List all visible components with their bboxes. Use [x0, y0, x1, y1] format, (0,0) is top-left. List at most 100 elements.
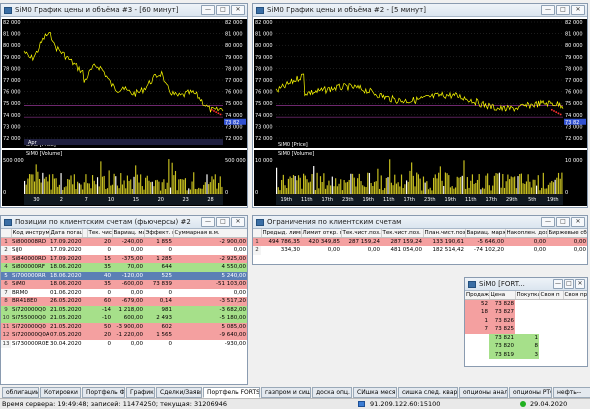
positions-column-header[interactable] [1, 229, 12, 238]
orderbook-column-header[interactable]: Своя п [539, 291, 564, 300]
workspace-tab[interactable]: Сделки/Заявки [156, 387, 202, 398]
limits-column-header[interactable]: Биржевые сборы [547, 229, 587, 238]
limits-window-titlebar[interactable]: Ограничения по клиентским счетам — □ ✕ [253, 216, 587, 229]
maximize-button[interactable]: □ [556, 5, 570, 15]
workspace-tab[interactable]: опционы анализ [459, 387, 508, 398]
workspace-tab[interactable]: доска опц. СИ [312, 387, 352, 398]
maximize-button[interactable]: □ [216, 5, 230, 15]
minimize-button[interactable]: — [201, 217, 215, 227]
limits-column-header[interactable]: Предыд. лими [261, 229, 302, 238]
table-row[interactable]: 7 BRM0 01.06.2020 0 0,00 0 0,00 [1, 288, 247, 297]
chart-window-5min-titlebar[interactable]: SiM0 График цены и объёма #2 - [5 минут]… [253, 4, 587, 17]
workspace-tab[interactable]: Графики [126, 387, 155, 398]
table-row[interactable]: 2 334,30 0,00 0,00 481 054,00 182 514,42 -74 1… [253, 246, 587, 255]
volume-bar [163, 179, 165, 194]
close-button[interactable]: ✕ [571, 5, 585, 15]
table-row[interactable]: 5 Si700000RR 18.06.2020 40 -120,00 525 5 240,0… [1, 271, 247, 280]
maximize-button[interactable]: □ [556, 217, 570, 227]
close-button[interactable]: ✕ [231, 5, 245, 15]
orderbook-window[interactable]: SiM0 [FORT... — □ ✕ Продаж Цена Покупка Сво… [464, 277, 588, 367]
orderbook-row[interactable]: 73 821 1 [465, 333, 587, 342]
limits-column-header[interactable]: Тек.чист.поз. ( [381, 229, 424, 238]
chart-window-60min-titlebar[interactable]: SiM0 График цены и объёма #3 - [60 минут… [1, 4, 247, 17]
volume-chart-60min[interactable]: SiM0 [Volume] 500 000 0 500 000 0 30 2 7 10 15 20 2… [2, 150, 247, 206]
positions-window-titlebar[interactable]: Позиции по клиентским счетам (фьючерсы) … [1, 216, 247, 229]
orderbook-row[interactable]: 52 73 828 [465, 299, 587, 308]
positions-column-header[interactable]: Вариац. маржа [112, 229, 145, 238]
workspace-tab[interactable]: сишка след. квартал [398, 387, 458, 398]
price-chart-60min[interactable]: 82 000 82 000 81 000 81 000 80 000 80 000 79 0… [2, 19, 247, 148]
table-row[interactable]: 11 Si720000Q0 21.05.2020 50 -3 900,00 602 5 08… [1, 322, 247, 331]
limits-column-header[interactable]: Тек.чист.поз. [341, 229, 382, 238]
table-row[interactable]: 1 Si800008RD 17.09.2020 20 -240,00 1 855 -2 90… [1, 237, 247, 246]
orderbook-column-header[interactable]: Своя пр [563, 291, 587, 300]
volume-bar [485, 175, 487, 194]
volume-bar [126, 175, 128, 194]
positions-table[interactable]: Код инструментаДата погаш. Тек. чист.поз.… [1, 229, 247, 348]
orderbook-row[interactable]: 73 819 3 [465, 350, 587, 359]
minimize-button[interactable]: — [541, 5, 555, 15]
close-button[interactable]: ✕ [231, 217, 245, 227]
minimize-button[interactable]: — [201, 5, 215, 15]
month-strip-label: Apr [28, 140, 38, 146]
table-cell: 12 [1, 331, 11, 340]
limits-table[interactable]: Предыд. лими Лимит откр. п Тек.чист.поз. Те… [253, 229, 587, 255]
workspace-tab[interactable]: СИшка месяц. [353, 387, 397, 398]
time-axis-tick-label: 19th [363, 197, 375, 203]
workspace-tab[interactable]: газпром и сишка [261, 387, 311, 398]
table-row[interactable]: 3 Si840000RD 17.09.2020 15 -375,00 1 285 -2 92… [1, 254, 247, 263]
close-button[interactable]: ✕ [575, 279, 585, 289]
minimize-button[interactable]: — [541, 217, 555, 227]
table-row[interactable]: 13 Si730000R0E 30.04.2020 0 0,00 0 -930,00 [1, 339, 247, 348]
workspace-tab[interactable]: облигации [2, 387, 39, 398]
price-chart-5min[interactable]: 82 000 82 000 81 000 81 000 80 000 80 000 79 0… [254, 19, 587, 148]
volume-bar [156, 179, 158, 194]
volume-bar [429, 187, 431, 194]
orderbook-row[interactable]: 1 73 826 [465, 316, 587, 325]
positions-column-header[interactable]: Эффект. цена [144, 229, 174, 238]
maximize-button[interactable]: □ [564, 279, 574, 289]
volume-bar [554, 179, 556, 194]
positions-column-header[interactable]: Тек. чист.поз. [87, 229, 113, 238]
table-row[interactable]: 12 Si720000Q0A 07.05.2020 20 -1 220,00 1 565-… [1, 331, 247, 340]
workspace-tab[interactable]: опционы РТС [509, 387, 552, 398]
limits-column-header[interactable]: Вариац. маржа [465, 229, 506, 238]
workspace-tab[interactable]: Портфель ФР [82, 387, 125, 398]
orderbook-table[interactable]: Продаж Цена Покупка Своя п Своя пр 52 73 828 1… [465, 291, 587, 359]
maximize-button[interactable]: □ [216, 217, 230, 227]
recent-trade-marker [213, 110, 215, 112]
positions-window[interactable]: Позиции по клиентским счетам (фьючерсы) … [0, 215, 248, 385]
orderbook-column-header[interactable]: Цена [489, 291, 516, 300]
limits-column-header[interactable]: Лимит откр. п [301, 229, 342, 238]
table-row[interactable]: 10 Si755000Q0 21.05.2020 -10 600,00 2 493 -5 1… [1, 314, 247, 323]
chart-window-5min[interactable]: SiM0 График цены и объёма #2 - [5 минут]… [252, 3, 588, 208]
orderbook-row[interactable]: 18 73 827 [465, 308, 587, 317]
positions-column-header[interactable]: Дата погаш. [49, 229, 83, 238]
orderbook-column-header[interactable]: Продаж [465, 291, 490, 300]
orderbook-window-titlebar[interactable]: SiM0 [FORT... — □ ✕ [465, 278, 587, 291]
limits-window[interactable]: Ограничения по клиентским счетам — □ ✕ П… [252, 215, 588, 265]
table-row[interactable]: 9 Si720000Q0 21.05.2020 -14 1 218,00 981 -3 68… [1, 305, 247, 314]
orderbook-row[interactable]: 73 820 8 [465, 342, 587, 351]
workspace-tab[interactable]: Котировки [40, 387, 81, 398]
limits-column-header[interactable]: План.чист.поз. [423, 229, 466, 238]
volume-chart-5min[interactable]: SiM0 [Volume] 10 000 0 10 000 0 19th 11th 17th 2… [254, 150, 587, 206]
close-button[interactable]: ✕ [571, 217, 585, 227]
table-row[interactable]: 1 494 786,35 420 349,85 287 159,24 287 159,2… [253, 237, 587, 246]
workspace-tab[interactable]: Портфель FORTS [203, 387, 260, 398]
volume-bar [456, 176, 458, 194]
positions-column-header[interactable]: Код инструмента [11, 229, 50, 238]
table-row[interactable]: 2 SiJ0 17.09.2020 0 0,00 0 0,00 [1, 246, 247, 255]
table-row[interactable]: 4 Si800000RF 18.06.2020 35 70,00 644 4 550,00 [1, 263, 247, 272]
minimize-button[interactable]: — [553, 279, 563, 289]
orderbook-column-header[interactable]: Покупка [515, 291, 540, 300]
workspace-tab[interactable]: нефть-- [553, 387, 590, 398]
positions-column-header[interactable]: Суммарная в.м. [173, 229, 247, 238]
table-cell: Si755000Q0 [11, 314, 49, 323]
table-row[interactable]: 6 SiM0 18.06.2020 35 -600,00 73 839 -51 103,00 [1, 280, 247, 289]
orderbook-row[interactable]: 7 73 825 [465, 325, 587, 334]
chart-window-60min[interactable]: SiM0 График цены и объёма #3 - [60 минут… [0, 3, 248, 208]
limits-column-header[interactable]: Накоплен. доход [505, 229, 548, 238]
volume-bar [321, 182, 323, 194]
table-row[interactable]: 8 BR418E0 26.05.2020 60 -679,00 0,14 -3 517,20 [1, 297, 247, 306]
